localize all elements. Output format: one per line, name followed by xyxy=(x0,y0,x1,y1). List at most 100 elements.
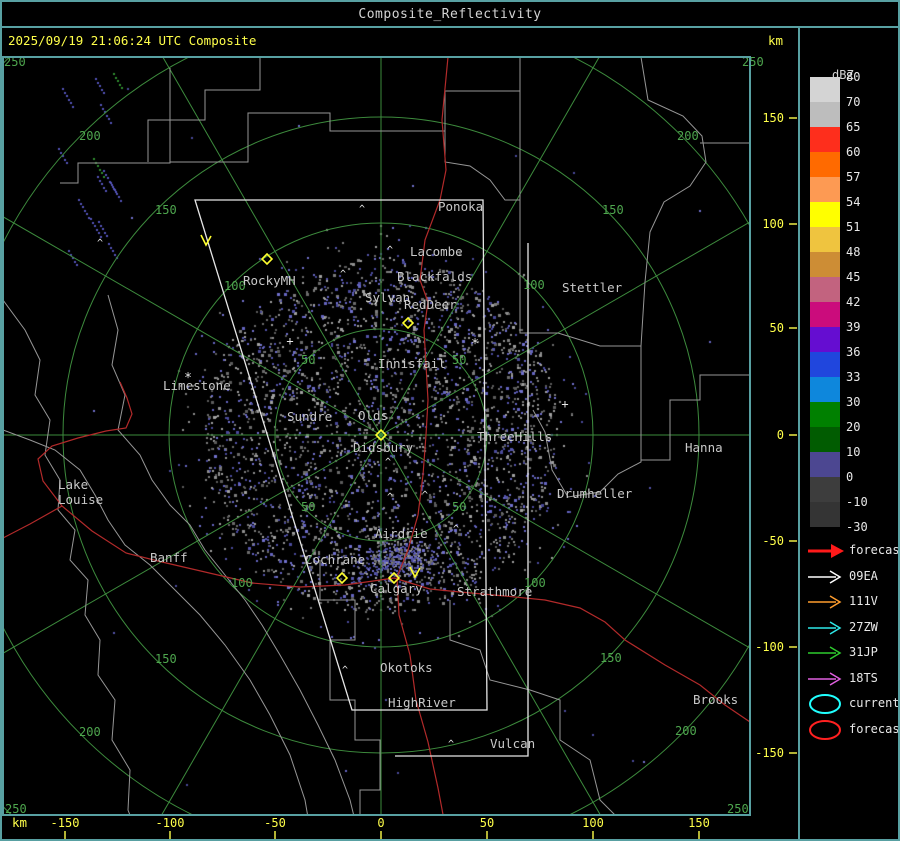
radar-site-diamond-icon xyxy=(335,571,349,585)
city-label: Vulcan xyxy=(490,736,535,751)
bottom-axis-tick-label: -150 xyxy=(51,816,80,830)
colorbar-swatch xyxy=(810,377,840,402)
legend-label: 09EA xyxy=(849,568,878,583)
colorbar-tick-label: 51 xyxy=(846,220,861,234)
ring-distance-label: 100 xyxy=(523,278,545,292)
legend-label: 31JP xyxy=(849,645,878,659)
colorbar-tick-label: -30 xyxy=(846,520,868,534)
county-boundary xyxy=(532,346,642,498)
ring-distance-label: 50 xyxy=(301,500,315,514)
111V-arrow-icon xyxy=(808,595,842,609)
bottom-axis-tick-label: 50 xyxy=(480,816,494,830)
colorbar-swatch xyxy=(810,252,840,277)
city-label: Banff xyxy=(150,550,188,565)
plus-marker-icon: + xyxy=(561,397,568,411)
radar-map[interactable]: 25020015010050 50100150200250501001502002… xyxy=(0,0,900,841)
city-label: Brooks xyxy=(693,692,738,707)
city-label: HighRiver xyxy=(388,695,456,710)
city-label: Olds xyxy=(358,408,388,423)
star-marker-icon: * xyxy=(184,371,192,386)
colorbar-swatch xyxy=(810,102,840,127)
county-boundary xyxy=(640,57,707,347)
bottom-axis-tick-label: 0 xyxy=(377,816,384,830)
colorbar-swatch xyxy=(810,227,840,252)
colorbar-tick-label: 30 xyxy=(846,395,861,409)
peak-caret-icon: ^ xyxy=(387,245,393,256)
plus-marker-icon: + xyxy=(286,334,293,348)
colorbar-tick-label: 42 xyxy=(846,295,861,309)
ring-distance-label: 50 xyxy=(301,353,315,367)
city-label: ThreeHills xyxy=(477,429,552,444)
right-axis-tick-label: 150 xyxy=(762,111,784,125)
colorbar-swatch xyxy=(810,427,840,452)
legend-item-forecast: forecast xyxy=(806,718,900,742)
county-boundary xyxy=(60,68,171,184)
window-title: Composite_Reflectivity xyxy=(358,6,542,22)
radar-site-diamond-icon xyxy=(401,316,415,330)
azimuth-spoke xyxy=(161,434,382,815)
colorbar-tick-label: 70 xyxy=(846,95,861,109)
azimuth-spoke xyxy=(3,216,382,436)
title-bar: Composite_Reflectivity xyxy=(0,0,900,28)
ring-distance-label: 150 xyxy=(155,652,177,666)
ring-distance-label: 200 xyxy=(677,129,699,143)
right-axis-unit-label: km xyxy=(768,33,784,48)
colorbar-swatch xyxy=(810,202,840,227)
city-label: Calgary xyxy=(370,581,423,596)
colorbar-tick-label: 10 xyxy=(846,445,861,459)
city-label: Limestone xyxy=(163,378,231,393)
peak-caret-icon: ^ xyxy=(448,739,454,750)
colorbar-swatch xyxy=(810,327,840,352)
27ZW-arrow-icon xyxy=(808,620,842,635)
county-boundary xyxy=(444,131,520,201)
ring-distance-label: 250 xyxy=(5,802,27,816)
colorbar-tick-label: 33 xyxy=(846,370,861,384)
colorbar-tick-label: 80 xyxy=(846,70,861,84)
right-axis-tick-label: 100 xyxy=(762,217,784,231)
city-label: Drumheller xyxy=(557,486,633,501)
peak-caret-icon: ^ xyxy=(387,492,393,503)
legend-item-18TS: 18TS xyxy=(806,667,900,691)
colorbar-swatch xyxy=(810,402,840,427)
timestamp: 2025/09/19 21:06:24 UTC Composite xyxy=(8,33,257,48)
31JP-arrow-icon xyxy=(808,646,842,660)
bottom-axis-unit-label: km xyxy=(12,815,27,830)
colorbar-swatch xyxy=(810,302,840,327)
peak-caret-icon: ^ xyxy=(340,269,346,280)
18TS-arrow-icon xyxy=(808,671,842,686)
colorbar-swatch xyxy=(810,177,840,202)
city-label: Cochrane xyxy=(305,552,365,567)
right-axis-tick-label: 50 xyxy=(770,321,784,335)
city-label: Okotoks xyxy=(380,660,433,675)
legend-label: 18TS xyxy=(849,670,878,685)
city-label: Blackfalds xyxy=(397,269,472,284)
legend-item-111V: 111V xyxy=(806,590,900,614)
ring-distance-label: 150 xyxy=(600,651,622,665)
colorbar-swatch xyxy=(810,152,840,177)
legend-item-31JP: 31JP xyxy=(806,641,900,665)
colorbar-tick-label: 54 xyxy=(846,195,861,209)
county-boundary xyxy=(147,57,261,162)
colorbar-panel: dBZ 80 70 65 60 57 54 51 48 45 42 39 36 33 30 20 10 0 -10… xyxy=(800,28,900,841)
right-axis-tick-label: -150 xyxy=(755,746,784,760)
city-label: Sundre xyxy=(287,409,332,424)
right-axis-tick-label: -50 xyxy=(762,534,784,548)
city-label: Ponoka xyxy=(438,199,483,214)
wind-v-marker-icon xyxy=(409,566,421,579)
colorbar-swatch xyxy=(810,77,840,102)
ring-distance-label: 150 xyxy=(602,203,624,217)
colorbar-tick-label: 48 xyxy=(846,245,861,259)
right-axis-tick-label: -100 xyxy=(755,640,784,654)
bottom-axis-tick-label: 100 xyxy=(582,816,604,830)
colorbar-swatch xyxy=(810,277,840,302)
peak-caret-icon: ^ xyxy=(422,490,428,501)
colorbar-tick-label: 0 xyxy=(846,470,854,484)
ring-distance-label: 100 xyxy=(231,576,253,590)
city-label: Lake xyxy=(58,477,88,492)
panel-divider xyxy=(798,28,800,841)
legend-label: 27ZW xyxy=(849,619,878,634)
colorbar-tick-label: 57 xyxy=(846,170,861,184)
peak-caret-icon: ^ xyxy=(359,204,365,215)
peak-caret-icon: ^ xyxy=(342,665,348,676)
colorbar-swatch xyxy=(810,477,840,502)
